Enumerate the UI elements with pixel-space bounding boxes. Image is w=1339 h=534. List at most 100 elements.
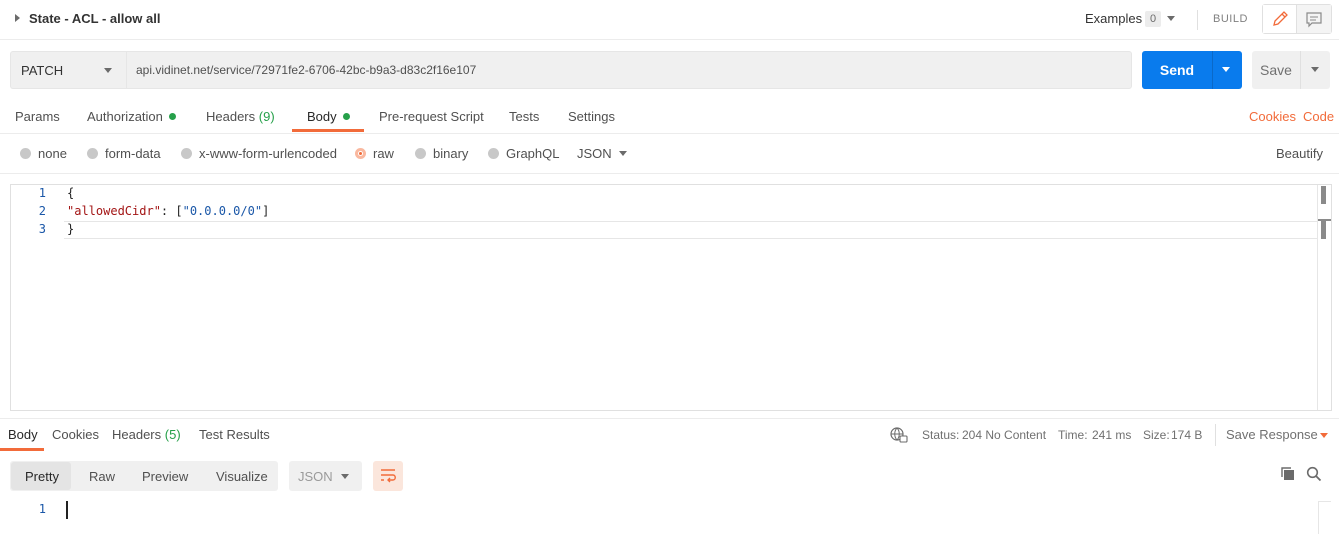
radio-selected-icon [355,148,366,159]
response-format-label: JSON [298,469,333,484]
build-mode-label: BUILD [1213,13,1248,25]
request-title[interactable]: State - ACL - allow all [29,11,160,26]
tab-authorization[interactable]: Authorization [87,109,176,124]
tab-params[interactable]: Params [15,109,60,124]
send-button[interactable]: Send [1142,51,1212,89]
tab-body[interactable]: Body [307,109,350,124]
divider [0,133,1339,134]
response-tab-body[interactable]: Body [8,427,38,442]
response-tab-headers-label: Headers [112,427,162,442]
line-number: 3 [38,222,46,236]
view-raw-button[interactable]: Raw [89,469,115,484]
code-line[interactable]: "allowedCidr": ["0.0.0.0/0"] [67,204,269,218]
time-value[interactable]: 241 ms [1092,428,1131,442]
radio-label: binary [433,146,469,161]
radio-binary[interactable]: binary [415,146,468,161]
edit-mode-button[interactable] [1263,5,1297,33]
pencil-icon [1273,11,1288,26]
divider [1215,424,1216,446]
beautify-link[interactable]: Beautify [1276,146,1323,161]
divider [1197,10,1198,30]
status-value[interactable]: 204 No Content [962,428,1046,442]
tab-settings[interactable]: Settings [568,109,615,124]
chevron-down-icon[interactable] [1167,16,1175,21]
examples-count-badge: 0 [1145,11,1161,27]
chevron-down-icon [341,474,349,479]
radio-none[interactable]: none [20,146,67,161]
tab-headers[interactable]: Headers (9) [206,109,275,124]
text-cursor [66,501,68,519]
body-format-select[interactable]: JSON [577,146,612,161]
caret-right-icon[interactable] [15,14,20,22]
active-line-highlight [64,221,1318,239]
json-punct: : [ [160,204,183,218]
size-label: Size: [1143,428,1170,442]
request-body-editor[interactable] [10,184,1332,411]
radio-circle-icon [20,148,31,159]
status-dot-icon [168,113,176,120]
chevron-down-icon [1222,67,1230,72]
radio-label: x-www-form-urlencoded [199,146,337,161]
wrap-lines-button[interactable] [373,461,403,491]
radio-graphql[interactable]: GraphQL [488,146,559,161]
cookies-link[interactable]: Cookies [1249,109,1296,124]
line-number: 1 [38,502,46,516]
radio-label: GraphQL [506,146,560,161]
globe-icon[interactable] [890,427,908,443]
radio-circle-icon [488,148,499,159]
search-icon[interactable] [1306,466,1322,482]
view-visualize-button[interactable]: Visualize [216,469,268,484]
radio-urlencoded[interactable]: x-www-form-urlencoded [181,146,337,161]
tab-body-label: Body [307,109,337,124]
wrap-lines-icon [381,469,396,483]
chevron-down-icon[interactable] [619,151,627,156]
response-scrollbar-track[interactable] [1318,501,1331,534]
chevron-down-icon[interactable] [104,68,112,73]
comments-button[interactable] [1297,5,1331,33]
response-tab-headers[interactable]: Headers (5) [112,427,181,442]
headers-count: (9) [258,109,275,124]
status-label: Status: [922,428,960,442]
divider [0,173,1339,174]
tab-pre-request-script[interactable]: Pre-request Script [379,109,484,124]
copy-icon[interactable] [1280,466,1296,482]
radio-form-data[interactable]: form-data [87,146,161,161]
time-label: Time: [1058,428,1088,442]
examples-dropdown[interactable]: Examples [1085,11,1142,26]
code-link[interactable]: Code [1303,109,1334,124]
tab-tests[interactable]: Tests [509,109,539,124]
status-dot-icon [342,113,350,120]
json-key: "allowedCidr" [67,204,161,218]
code-line[interactable]: { [67,186,74,200]
tab-headers-label: Headers [206,109,256,124]
code-line[interactable]: } [67,222,74,236]
radio-label: none [38,146,67,161]
divider [0,418,1339,419]
method-label: PATCH [21,63,64,78]
radio-label: form-data [105,146,161,161]
chevron-down-icon [1311,67,1319,72]
line-number: 1 [38,186,46,200]
scrollbar-thumb[interactable] [1321,221,1326,239]
radio-circle-icon [181,148,192,159]
response-tab-cookies[interactable]: Cookies [52,427,99,442]
radio-label: raw [373,146,394,161]
json-punct: ] [262,204,270,218]
save-response-button[interactable]: Save Response [1226,427,1318,442]
json-value: "0.0.0.0/0" [182,204,263,218]
response-tab-test-results[interactable]: Test Results [199,427,270,442]
tab-authorization-label: Authorization [87,109,163,124]
chevron-down-icon[interactable] [1320,433,1328,438]
active-tab-indicator [0,448,44,451]
line-number: 2 [38,204,46,218]
url-value[interactable]: api.vidinet.net/service/72971fe2-6706-42… [136,63,476,77]
active-tab-indicator [292,129,364,132]
radio-circle-icon [87,148,98,159]
save-button[interactable]: Save [1252,51,1300,89]
size-value[interactable]: 174 B [1171,428,1202,442]
view-pretty-button[interactable]: Pretty [25,469,59,484]
radio-raw[interactable]: raw [355,146,394,161]
view-preview-button[interactable]: Preview [142,469,188,484]
comment-icon [1306,12,1322,28]
scrollbar-thumb[interactable] [1321,186,1326,204]
